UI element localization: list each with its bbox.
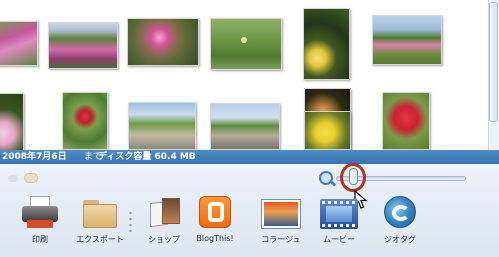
export-button[interactable]: エクスポート (72, 196, 128, 254)
photo-thumbnail[interactable] (303, 8, 350, 80)
photo-grid (0, 0, 488, 151)
toolbar-separator (129, 210, 132, 232)
collage-icon (262, 200, 300, 228)
photo-thumbnail[interactable] (0, 93, 24, 151)
slideshow-label: ショップ (148, 235, 180, 244)
movie-button[interactable]: ムービー (311, 196, 367, 254)
blogthis-label: BlogThis! (196, 234, 234, 243)
photo-thumbnail[interactable] (128, 102, 196, 150)
collage-label: コラージュ (261, 235, 301, 244)
movie-film-icon (320, 199, 358, 229)
blogthis-button[interactable]: BlogThis! (187, 196, 243, 254)
small-tray-icon[interactable] (8, 175, 18, 182)
collage-button[interactable]: コラージュ (253, 196, 309, 254)
photo-thumbnail[interactable] (210, 18, 282, 70)
small-tray-icon-2[interactable] (24, 173, 38, 183)
highlight-circle (340, 163, 366, 192)
export-label: エクスポート (76, 235, 124, 244)
status-disk-capacity: ディスク容量 60.4 MB (98, 152, 196, 162)
photo-thumbnail[interactable] (0, 21, 38, 66)
photo-thumbnail[interactable] (304, 111, 351, 150)
movie-label: ムービー (323, 235, 355, 244)
printer-icon (22, 196, 58, 230)
photo-thumbnail[interactable] (48, 22, 118, 69)
vertical-scrollbar-thumb[interactable] (489, 2, 498, 122)
status-bar: 2008年7月6日 まで ディスク容量 60.4 MB (0, 150, 499, 164)
zoom-icon[interactable] (319, 171, 333, 185)
folder-icon (83, 200, 117, 228)
slideshow-icon (148, 196, 180, 228)
photo-thumbnail[interactable] (210, 103, 280, 150)
geotag-label: ジオタグ (384, 235, 416, 244)
photo-thumbnail[interactable] (127, 18, 199, 66)
slideshow-button[interactable]: ショップ (136, 196, 192, 254)
photo-thumbnail[interactable] (372, 15, 442, 65)
status-date: 2008年7月6日 (2, 152, 67, 162)
geotag-button[interactable]: ジオタグ (372, 196, 428, 254)
print-button[interactable]: 印刷 (12, 196, 68, 254)
print-label: 印刷 (32, 235, 48, 244)
photo-thumbnail[interactable] (62, 92, 108, 150)
blogger-icon (199, 196, 231, 228)
photo-thumbnail[interactable] (382, 92, 430, 150)
globe-icon (384, 196, 416, 228)
